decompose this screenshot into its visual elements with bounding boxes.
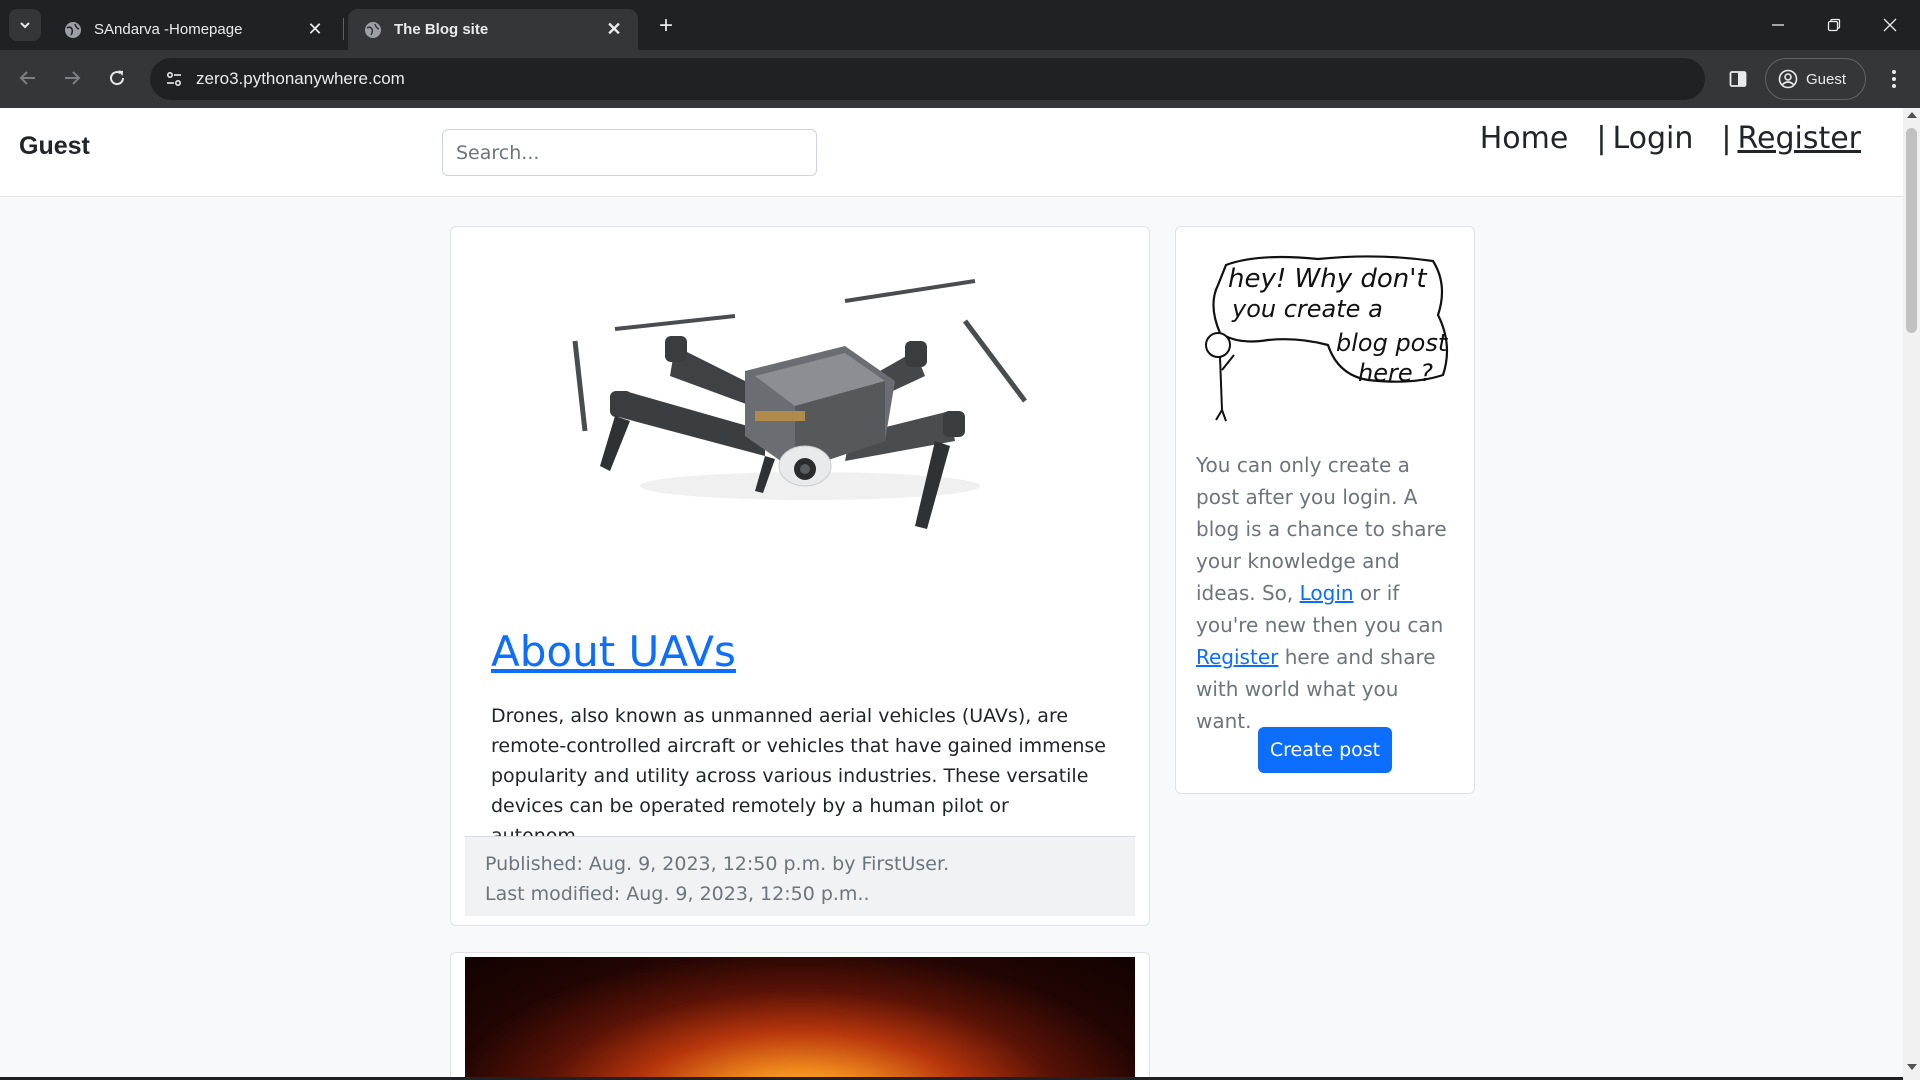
browser-toolbar: zero3.pythonanywhere.com Guest (0, 50, 1920, 108)
restore-icon (1827, 18, 1841, 32)
close-icon (1883, 18, 1897, 32)
create-post-card: hey! Why don't you create a blog post he… (1175, 226, 1475, 794)
close-window-button[interactable] (1862, 0, 1918, 50)
tab-blog-site[interactable]: The Blog site ✕ (348, 9, 638, 50)
nav-separator: | (1721, 121, 1732, 156)
tab-title: SAndarva -Homepage (94, 21, 243, 38)
url-text: zero3.pythonanywhere.com (196, 69, 405, 88)
post-card (450, 952, 1150, 1080)
minimize-icon (1772, 24, 1784, 26)
more-vert-icon (1892, 70, 1896, 88)
nav-login-link[interactable]: Login (1612, 121, 1693, 156)
reload-icon (110, 70, 125, 86)
nav-links: Home | Login | Register (1480, 121, 1861, 156)
page-viewport: Guest Home | Login | Register (0, 108, 1920, 1080)
create-post-info: You can only create a post after you log… (1196, 449, 1458, 737)
create-post-button[interactable]: Create post (1258, 727, 1392, 773)
reload-button[interactable] (101, 62, 133, 94)
scroll-down-arrow-icon[interactable] (1907, 1064, 1917, 1070)
tab-divider (343, 18, 344, 40)
browser-menu-button[interactable] (1878, 63, 1910, 95)
doodle-line-3: blog post (1336, 329, 1449, 357)
doodle-line-1: hey! Why don't (1228, 264, 1427, 294)
new-tab-button[interactable]: + (652, 12, 680, 40)
nav-register-link[interactable]: Register (1737, 121, 1861, 156)
forward-button[interactable] (56, 62, 88, 94)
tab-strip: SAndarva -Homepage ✕ The Blog site ✕ + (0, 0, 1920, 50)
globe-icon (65, 21, 81, 38)
drone-image[interactable] (465, 241, 1135, 571)
navbar-brand[interactable]: Guest (19, 132, 90, 161)
close-icon[interactable]: ✕ (604, 19, 624, 40)
nav-home-link[interactable]: Home (1480, 121, 1569, 156)
site-info-icon[interactable] (154, 58, 194, 100)
close-icon[interactable]: ✕ (305, 19, 325, 40)
tab-search-button[interactable] (9, 9, 41, 41)
scroll-up-arrow-icon[interactable] (1907, 112, 1917, 118)
post-footer: Published: Aug. 9, 2023, 12:50 p.m. by F… (465, 836, 1135, 916)
minimize-button[interactable] (1750, 0, 1806, 50)
globe-icon (365, 21, 381, 38)
back-button[interactable] (12, 62, 44, 94)
arrow-right-icon (65, 71, 81, 85)
chevron-down-icon (20, 22, 30, 29)
tab-sandarva-homepage[interactable]: SAndarva -Homepage ✕ (48, 9, 339, 50)
explosion-image[interactable] (465, 957, 1135, 1080)
post-card: About UAVs Drones, also known as unmanne… (450, 226, 1150, 926)
stick-figure-doodle: hey! Why don't you create a blog post he… (1205, 255, 1449, 422)
post-modified: Last modified: Aug. 9, 2023, 12:50 p.m.. (485, 883, 870, 905)
post-published: Published: Aug. 9, 2023, 12:50 p.m. by F… (485, 853, 950, 875)
tab-title: The Blog site (394, 21, 489, 38)
account-circle-icon (1778, 69, 1798, 89)
search-input[interactable] (442, 129, 817, 176)
arrow-left-icon (19, 71, 35, 85)
login-link[interactable]: Login (1300, 581, 1354, 605)
site-navbar: Guest Home | Login | Register (0, 108, 1903, 197)
profile-label: Guest (1806, 70, 1847, 88)
register-link[interactable]: Register (1196, 645, 1278, 669)
post-excerpt: Drones, also known as unmanned aerial ve… (491, 705, 1106, 847)
page-scrollbar[interactable] (1903, 108, 1920, 1080)
side-panel-button[interactable] (1722, 63, 1754, 95)
nav-separator: | (1596, 121, 1607, 156)
profile-button[interactable]: Guest (1765, 58, 1866, 100)
doodle-line-2: you create a (1231, 295, 1383, 323)
doodle-line-4: here ? (1358, 359, 1433, 387)
scrollbar-thumb[interactable] (1906, 128, 1917, 333)
restore-button[interactable] (1806, 0, 1862, 50)
address-bar[interactable]: zero3.pythonanywhere.com (150, 58, 1705, 100)
post-title-link[interactable]: About UAVs (491, 627, 736, 676)
side-panel-icon (1729, 71, 1747, 87)
